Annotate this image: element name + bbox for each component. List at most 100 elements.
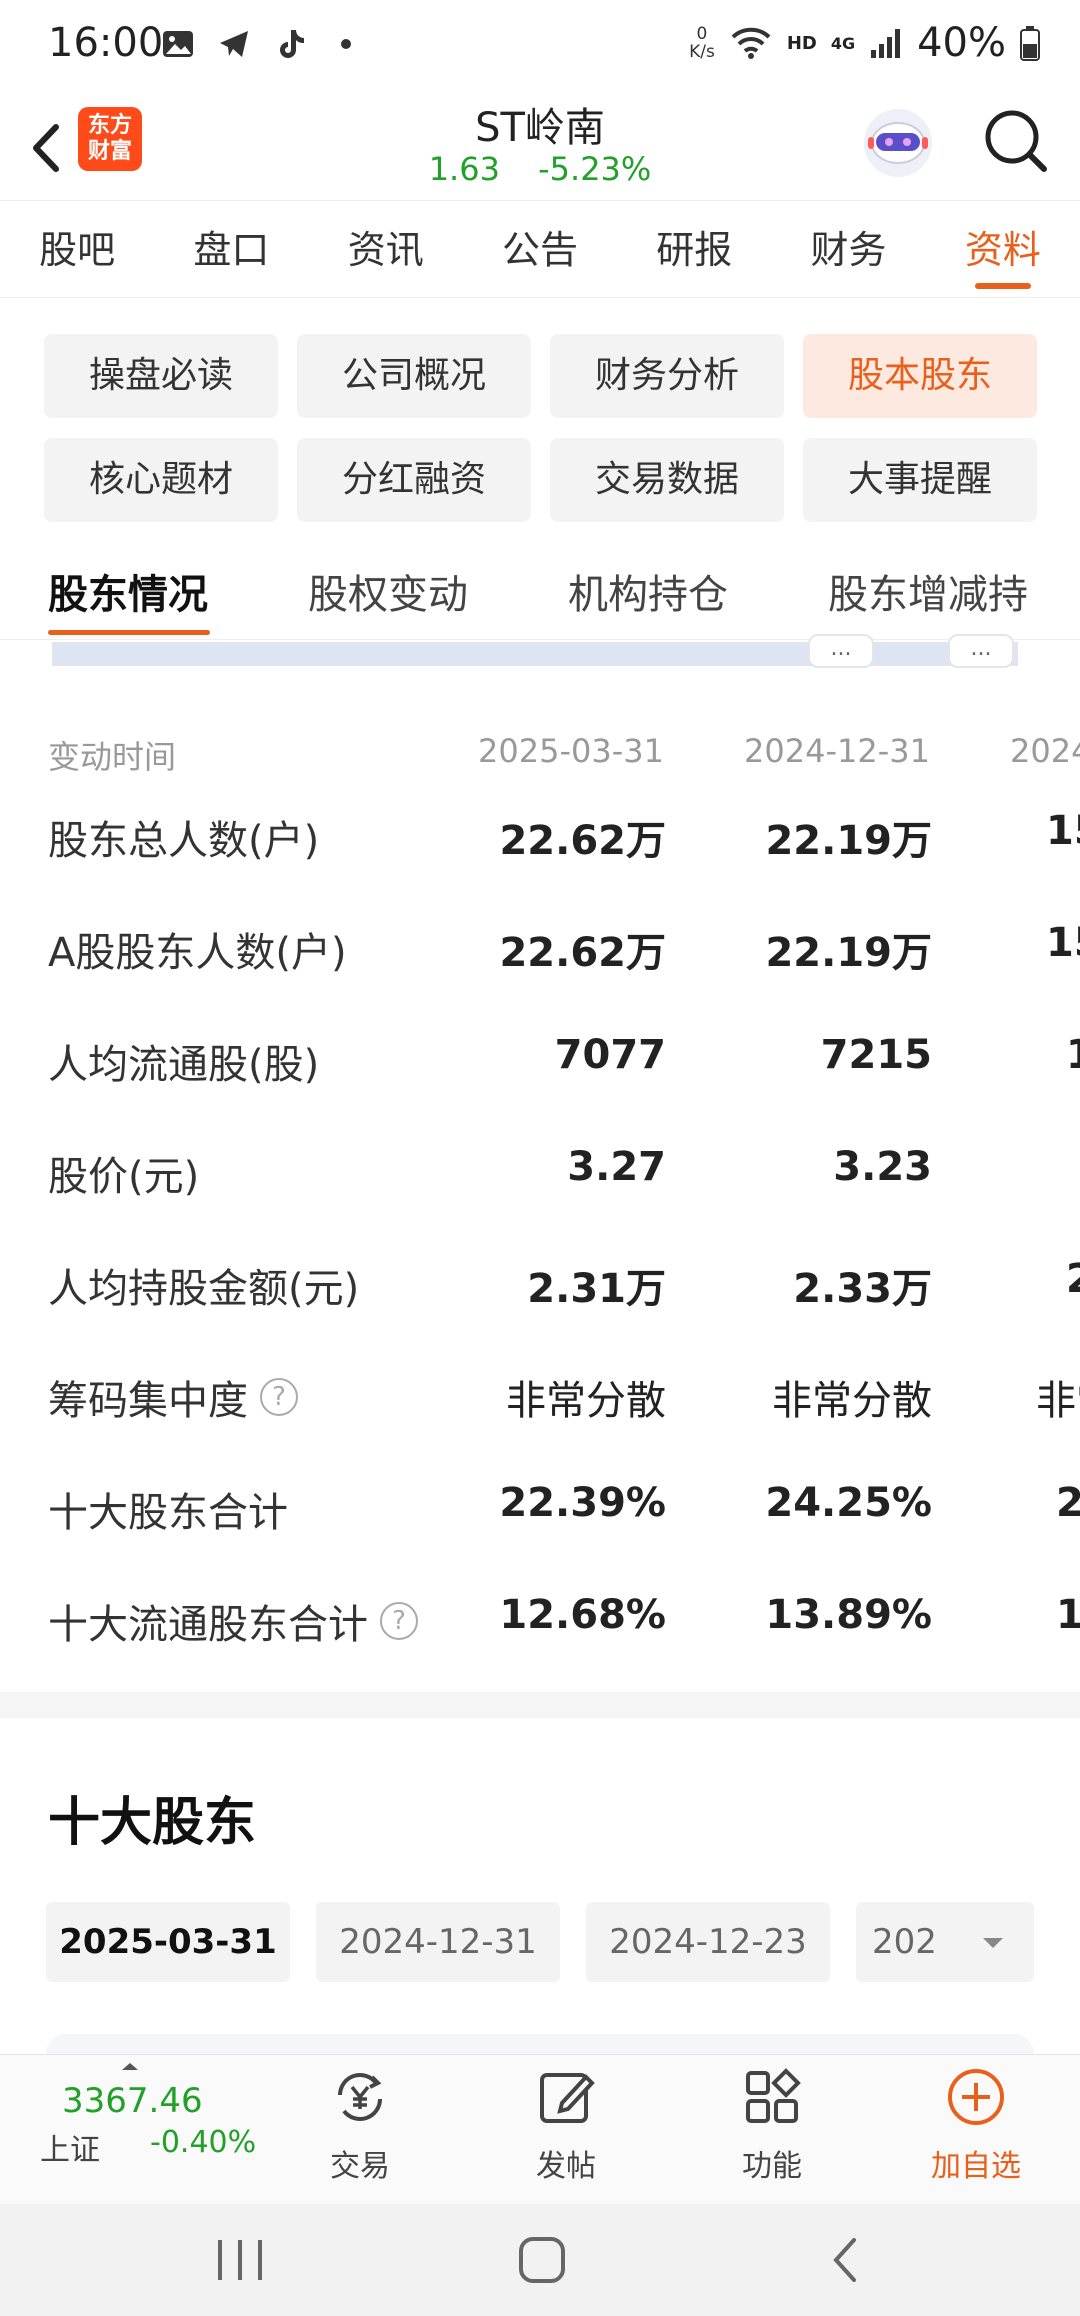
chip-shareholders[interactable]: 股本股东 xyxy=(803,334,1037,418)
nav-label: 发帖 xyxy=(536,2149,596,2184)
status-bar: 16:00 0 K/s HD 4G 40% xyxy=(0,0,1080,95)
row-label-shares-per-holder: 人均流通股(股) xyxy=(48,1032,319,1090)
table-cell: 15 xyxy=(1046,920,1080,966)
chip-financial-analysis[interactable]: 财务分析 xyxy=(550,334,784,418)
row-label-text: 筹码集中度 xyxy=(48,1378,248,1424)
tab-finance[interactable]: 财务 xyxy=(771,201,925,297)
subtab-institutional-holdings[interactable]: 机构持仓 xyxy=(568,562,728,620)
row-label-text: 十大股东合计 xyxy=(48,1490,288,1536)
row-label-text: 股东总人数(户) xyxy=(48,818,320,864)
home-icon[interactable] xyxy=(516,2232,568,2288)
network-speed: 0 K/s xyxy=(689,25,715,61)
date-chip[interactable]: 2025-03-31 xyxy=(46,1902,290,1982)
table-cell: 22.19万 xyxy=(765,930,932,976)
chip-dividends[interactable]: 分红融资 xyxy=(297,438,531,522)
column-date: 2024-12-31 xyxy=(744,732,930,770)
chart-more-button[interactable]: ... xyxy=(948,634,1014,668)
index-name[interactable]: 上证 xyxy=(40,2125,100,2169)
battery-percent: 40% xyxy=(917,20,1006,66)
date-dropdown-button[interactable] xyxy=(952,1902,1034,1982)
nav-add-watchlist[interactable]: 加自选 xyxy=(906,2065,1046,2185)
robot-assistant-icon[interactable] xyxy=(858,103,938,183)
search-icon[interactable] xyxy=(980,105,1050,175)
add-circle-icon xyxy=(948,2069,1004,2125)
chip-events[interactable]: 大事提醒 xyxy=(803,438,1037,522)
tab-pankou[interactable]: 盘口 xyxy=(154,201,308,297)
stock-change: -5.23% xyxy=(538,150,652,188)
row-label-text: 股价(元) xyxy=(48,1154,200,1200)
notification-icons xyxy=(160,26,364,62)
chip-must-read[interactable]: 操盘必读 xyxy=(44,334,278,418)
table-cell: 1 xyxy=(1066,1032,1080,1078)
hd-label: HD xyxy=(786,32,817,54)
table-header-label: 变动时间 xyxy=(48,738,177,776)
nav-functions[interactable]: 功能 xyxy=(702,2065,842,2185)
tab-guba[interactable]: 股吧 xyxy=(0,201,154,297)
table-cell: 15 xyxy=(1046,808,1080,854)
yuan-exchange-icon xyxy=(338,2073,382,2121)
table-cell: 22.62万 xyxy=(499,930,666,976)
status-right: 0 K/s HD 4G 40% xyxy=(689,20,1040,66)
index-change[interactable]: -0.40% xyxy=(150,2125,256,2160)
bottom-toolbar: 3367.46 上证 -0.40% 交易 发帖 功能 加自选 xyxy=(0,2054,1080,2204)
row-label-text: 人均持股金额(元) xyxy=(48,1266,360,1312)
main-tabs: 股吧 盘口 资讯 公告 研报 财务 资料 xyxy=(0,200,1080,298)
chip-company-overview[interactable]: 公司概况 xyxy=(297,334,531,418)
gallery-icon xyxy=(163,31,193,57)
table-cell: 3.23 xyxy=(833,1144,932,1190)
back-nav-icon[interactable] xyxy=(820,2232,872,2288)
table-cell: 3.27 xyxy=(567,1144,666,1190)
tab-profile[interactable]: 资料 xyxy=(926,201,1080,297)
section-divider xyxy=(0,1692,1080,1718)
expand-up-icon[interactable] xyxy=(120,2061,140,2071)
active-subtab-indicator xyxy=(48,630,210,635)
top10-section-title: 十大股东 xyxy=(48,1793,257,1853)
network-type: 4G xyxy=(830,33,856,53)
row-label-text: A股股东人数(户) xyxy=(48,930,347,976)
grid-functions-icon xyxy=(746,2068,801,2123)
tiktok-icon xyxy=(280,30,304,58)
table-cell: 2.33万 xyxy=(793,1266,932,1312)
sub-tabs: 股东情况 股权变动 机构持仓 股东增减持 xyxy=(0,548,1080,640)
signal-icon xyxy=(871,29,901,58)
table-cell: 2 xyxy=(1056,1480,1080,1526)
date-chip[interactable]: 2024-12-23 xyxy=(586,1902,830,1982)
speed-unit: K/s xyxy=(689,42,715,62)
column-date: 2024 xyxy=(1010,732,1080,770)
date-chip[interactable]: 2024-12-31 xyxy=(316,1902,560,1982)
table-cell: 7215 xyxy=(820,1032,932,1078)
nav-label: 加自选 xyxy=(931,2149,1021,2184)
stock-header: 东方财富 ST岭南 1.63 -5.23% xyxy=(0,95,1080,200)
row-label-concentration: 筹码集中度 ? xyxy=(48,1368,298,1426)
tab-news[interactable]: 资讯 xyxy=(309,201,463,297)
index-value[interactable]: 3367.46 xyxy=(62,2081,203,2121)
nav-trade[interactable]: 交易 xyxy=(290,2065,430,2185)
table-cell: 2.31万 xyxy=(527,1266,666,1312)
recent-apps-icon[interactable] xyxy=(214,2232,266,2288)
row-label-a-share-holders: A股股东人数(户) xyxy=(48,920,347,978)
tab-research[interactable]: 研报 xyxy=(617,201,771,297)
subtab-holder-changes[interactable]: 股东增减持 xyxy=(828,562,1028,620)
help-icon[interactable]: ? xyxy=(260,1378,298,1416)
chip-trading-data[interactable]: 交易数据 xyxy=(550,438,784,522)
stock-price: 1.63 xyxy=(428,150,500,188)
row-label-total-holders: 股东总人数(户) xyxy=(48,808,319,866)
nav-post[interactable]: 发帖 xyxy=(496,2065,636,2185)
dot-icon xyxy=(341,39,351,49)
table-cell: 2 xyxy=(1066,1256,1080,1302)
table-cell: 非常 xyxy=(1036,1378,1080,1424)
system-navigation-bar xyxy=(0,2204,1080,2316)
profile-category-chips: 操盘必读 公司概况 财务分析 股本股东 核心题材 分红融资 交易数据 大事提醒 xyxy=(44,334,1037,522)
row-label-text: 人均流通股(股) xyxy=(48,1042,320,1088)
table-cell: 22.39% xyxy=(499,1480,666,1526)
chart-more-button[interactable]: ... xyxy=(808,634,874,668)
tab-announcements[interactable]: 公告 xyxy=(463,201,617,297)
column-date: 2025-03-31 xyxy=(478,732,664,770)
chip-core-themes[interactable]: 核心题材 xyxy=(44,438,278,522)
telegram-icon xyxy=(220,31,248,57)
subtab-equity-changes[interactable]: 股权变动 xyxy=(308,562,468,620)
subtab-shareholder-status[interactable]: 股东情况 xyxy=(48,562,208,620)
help-icon[interactable]: ? xyxy=(380,1602,418,1640)
table-cell: 1 xyxy=(1056,1592,1080,1638)
row-label-share-price: 股价(元) xyxy=(48,1144,199,1202)
